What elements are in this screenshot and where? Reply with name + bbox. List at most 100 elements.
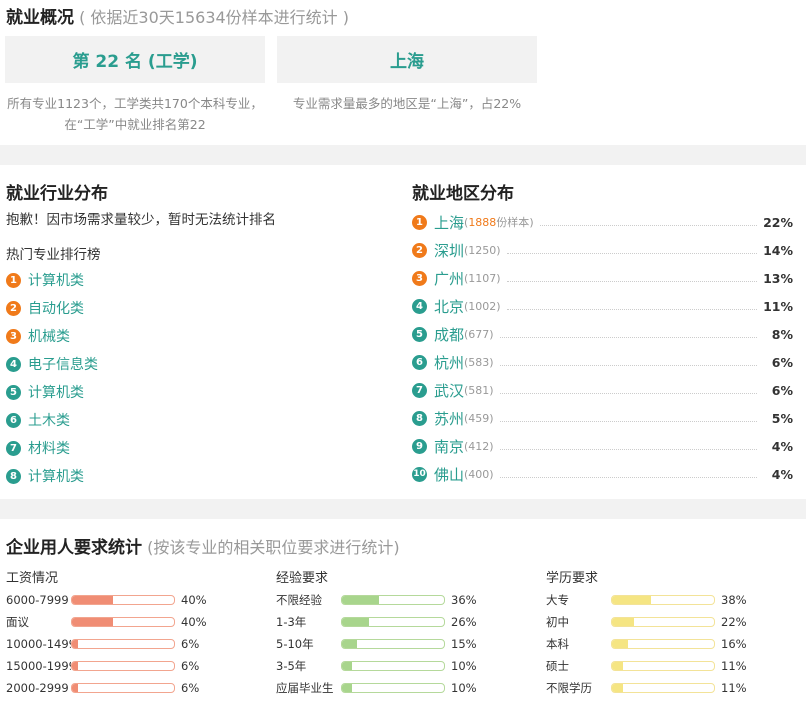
city-link[interactable]: 南京	[434, 436, 464, 457]
salary-title: 工资情况	[6, 571, 59, 586]
rank-number-badge: 2	[6, 300, 21, 316]
list-item: 6 土木类	[6, 406, 98, 434]
experience-row: 1-3年 26%	[276, 611, 477, 633]
experience-percent: 15%	[451, 637, 477, 651]
region-percent: 11%	[763, 298, 793, 314]
education-column: 学历要求 大专 38% 初中 22% 本科 16% 硕士 11% 不限学历 11%	[546, 567, 747, 699]
salary-bar	[71, 683, 175, 693]
region-percent: 5%	[771, 410, 793, 426]
rank-number-badge: 1	[6, 272, 21, 288]
salary-bar	[71, 617, 175, 627]
education-bar	[611, 595, 715, 605]
dotted-leader	[506, 252, 757, 254]
sample-count: (459)	[464, 411, 494, 425]
region-row: 5 成都 (677) 8%	[412, 320, 793, 348]
education-label: 初中	[546, 615, 569, 629]
salary-row: 15000-19999 6%	[6, 655, 207, 677]
rank-number-badge: 6	[6, 412, 21, 428]
list-item: 1 计算机类	[6, 266, 98, 294]
region-title: 就业地区分布	[412, 184, 514, 204]
city-link[interactable]: 上海	[434, 212, 464, 233]
region-row: 7 武汉 (581) 6%	[412, 376, 793, 404]
city-link[interactable]: 北京	[434, 296, 464, 317]
rank-number-badge: 4	[6, 356, 21, 372]
hot-major-link[interactable]: 计算机类	[28, 382, 84, 402]
dotted-leader	[506, 280, 757, 282]
experience-row: 应届毕业生 10%	[276, 677, 477, 699]
education-bar-fill	[612, 618, 635, 626]
education-label: 硕士	[546, 659, 569, 673]
city-link[interactable]: 深圳	[434, 240, 464, 261]
list-item: 8 计算机类	[6, 462, 98, 490]
experience-row: 3-5年 10%	[276, 655, 477, 677]
salary-percent: 6%	[181, 659, 200, 673]
salary-row: 面议 40%	[6, 611, 207, 633]
salary-label: 10000-14999	[6, 637, 71, 651]
region-percent: 6%	[771, 354, 793, 370]
region-row: 6 杭州 (583) 6%	[412, 348, 793, 376]
hot-major-link[interactable]: 计算机类	[28, 466, 84, 486]
education-percent: 38%	[721, 593, 747, 607]
hot-major-link[interactable]: 土木类	[28, 410, 70, 430]
salary-bar	[71, 661, 175, 671]
sample-count: (581)	[464, 383, 494, 397]
salary-row: 2000-2999 6%	[6, 677, 207, 699]
city-link[interactable]: 武汉	[434, 380, 464, 401]
hot-major-link[interactable]: 机械类	[28, 326, 70, 346]
education-bar	[611, 617, 715, 627]
hot-major-link[interactable]: 材料类	[28, 438, 70, 458]
dotted-leader	[499, 420, 757, 422]
hot-major-link[interactable]: 电子信息类	[28, 354, 98, 374]
experience-row: 5-10年 15%	[276, 633, 477, 655]
city-link[interactable]: 佛山	[434, 464, 464, 485]
education-percent: 22%	[721, 615, 747, 629]
salary-bar-fill	[72, 618, 113, 626]
dotted-leader	[499, 448, 757, 450]
experience-bar	[341, 617, 445, 627]
salary-percent: 40%	[181, 593, 207, 607]
region-percent: 4%	[771, 466, 793, 482]
education-bar-fill	[612, 596, 651, 604]
city-link[interactable]: 苏州	[434, 408, 464, 429]
rank-number-badge: 7	[412, 382, 427, 398]
salary-column: 工资情况 6000-799940%面议40%10000-149996%15000…	[6, 567, 207, 699]
industry-note: 抱歉！因市场需求量较少，暂时无法统计排名	[6, 212, 276, 228]
education-bar	[611, 639, 715, 649]
hot-major-link[interactable]: 自动化类	[28, 298, 84, 318]
experience-bar-fill	[342, 596, 379, 604]
region-row: 2 深圳 (1250) 14%	[412, 236, 793, 264]
city-link[interactable]: 广州	[434, 268, 464, 289]
education-percent: 11%	[721, 681, 747, 695]
rank-number-badge: 3	[412, 270, 427, 286]
sample-count: (412)	[464, 439, 494, 453]
section-divider	[0, 145, 806, 165]
experience-bar-fill	[342, 684, 353, 692]
city-link[interactable]: 杭州	[434, 352, 464, 373]
dotted-leader	[539, 224, 757, 226]
education-bar-fill	[612, 684, 624, 692]
rank-number-badge: 10	[412, 466, 427, 482]
hot-major-link[interactable]: 计算机类	[28, 270, 84, 290]
experience-label: 5-10年	[276, 637, 314, 651]
dotted-leader	[499, 336, 757, 338]
section-divider	[0, 499, 806, 519]
experience-label: 3-5年	[276, 659, 307, 673]
rank-number-badge: 5	[6, 384, 21, 400]
region-row: 8 苏州 (459) 5%	[412, 404, 793, 432]
education-bar-fill	[612, 640, 629, 648]
sample-count: (583)	[464, 355, 494, 369]
salary-row: 10000-14999 6%	[6, 633, 207, 655]
education-row: 本科 16%	[546, 633, 747, 655]
education-label: 本科	[546, 637, 569, 651]
salary-bar-fill	[72, 684, 79, 692]
experience-bar-fill	[342, 618, 369, 626]
dotted-leader	[499, 364, 757, 366]
education-bar	[611, 683, 715, 693]
education-percent: 11%	[721, 659, 747, 673]
overview-header: 就业概况 ( 依据近30天15634份样本进行统计 )	[6, 3, 349, 28]
city-link[interactable]: 成都	[434, 324, 464, 345]
region-row: 10 佛山 (400) 4%	[412, 460, 793, 488]
education-title: 学历要求	[546, 571, 599, 586]
dotted-leader	[499, 392, 757, 394]
region-percent: 13%	[763, 270, 793, 286]
